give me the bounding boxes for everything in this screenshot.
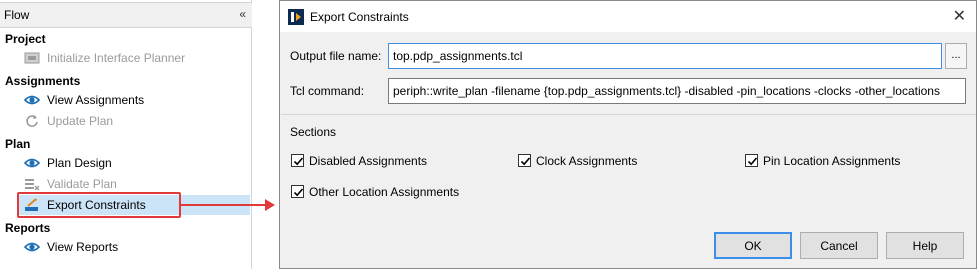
flow-item-label: Update Plan: [47, 114, 114, 128]
flow-header: Flow «: [0, 2, 252, 28]
help-button[interactable]: Help: [886, 232, 964, 259]
checkbox-label: Disabled Assignments: [309, 154, 428, 168]
flow-item-plan-design[interactable]: Plan Design: [22, 153, 252, 173]
eye-icon: [23, 156, 41, 170]
refresh-icon: [24, 114, 40, 128]
browse-button[interactable]: ...: [945, 43, 967, 69]
interface-planner-icon: [24, 51, 40, 65]
eye-icon: [23, 93, 41, 107]
cancel-button[interactable]: Cancel: [800, 232, 878, 259]
output-file-input[interactable]: [388, 43, 942, 69]
other-location-assignments-checkbox[interactable]: Other Location Assignments: [291, 185, 491, 201]
flow-item-label: Initialize Interface Planner: [47, 51, 186, 65]
clock-assignments-checkbox[interactable]: Clock Assignments: [518, 154, 698, 170]
checkbox-box: [291, 185, 304, 198]
checkbox-box: [518, 154, 531, 167]
collapse-panel-button[interactable]: «: [239, 7, 246, 21]
section-project: Project: [5, 32, 46, 46]
close-icon[interactable]: ✕: [953, 6, 966, 26]
sections-label: Sections: [290, 125, 337, 139]
validate-icon: [24, 177, 40, 191]
flow-item-validate-plan[interactable]: Validate Plan: [22, 174, 252, 194]
ok-button[interactable]: OK: [714, 232, 792, 259]
flow-panel: Flow « Project Initialize Interface Plan…: [0, 0, 252, 269]
app-logo-icon: [288, 9, 304, 25]
flow-item-label: Plan Design: [47, 156, 112, 170]
tcl-command-input[interactable]: [388, 78, 966, 104]
divider: [281, 114, 976, 115]
export-constraints-dialog: Export Constraints ✕ Output file name: .…: [279, 0, 977, 269]
dialog-titlebar: Export Constraints ✕: [280, 1, 976, 32]
flow-item-label: View Reports: [47, 240, 119, 254]
flow-title: Flow: [4, 8, 30, 22]
flow-item-update-plan[interactable]: Update Plan: [22, 111, 252, 131]
section-plan: Plan: [5, 137, 31, 151]
flow-item-label: View Assignments: [47, 93, 145, 107]
flow-item-label: Validate Plan: [47, 177, 117, 191]
checkbox-box: [291, 154, 304, 167]
flow-item-view-reports[interactable]: View Reports: [22, 237, 252, 257]
checkbox-label: Pin Location Assignments: [763, 154, 901, 168]
callout-arrow-line: [181, 204, 268, 206]
flow-item-view-assignments[interactable]: View Assignments: [22, 90, 252, 110]
section-assignments: Assignments: [5, 74, 81, 88]
output-file-label: Output file name:: [290, 49, 382, 63]
checkbox-label: Clock Assignments: [536, 154, 638, 168]
tcl-command-label: Tcl command:: [290, 84, 365, 98]
callout-highlight-box: [17, 192, 181, 218]
section-reports: Reports: [5, 221, 51, 235]
flow-item-initialize-interface-planner[interactable]: Initialize Interface Planner: [22, 48, 252, 68]
pin-location-assignments-checkbox[interactable]: Pin Location Assignments: [745, 154, 945, 170]
dialog-title: Export Constraints: [310, 10, 409, 24]
eye-icon: [23, 240, 41, 254]
disabled-assignments-checkbox[interactable]: Disabled Assignments: [291, 154, 471, 170]
callout-arrow-head-icon: [265, 199, 275, 211]
checkbox-label: Other Location Assignments: [309, 185, 460, 199]
checkbox-box: [745, 154, 758, 167]
